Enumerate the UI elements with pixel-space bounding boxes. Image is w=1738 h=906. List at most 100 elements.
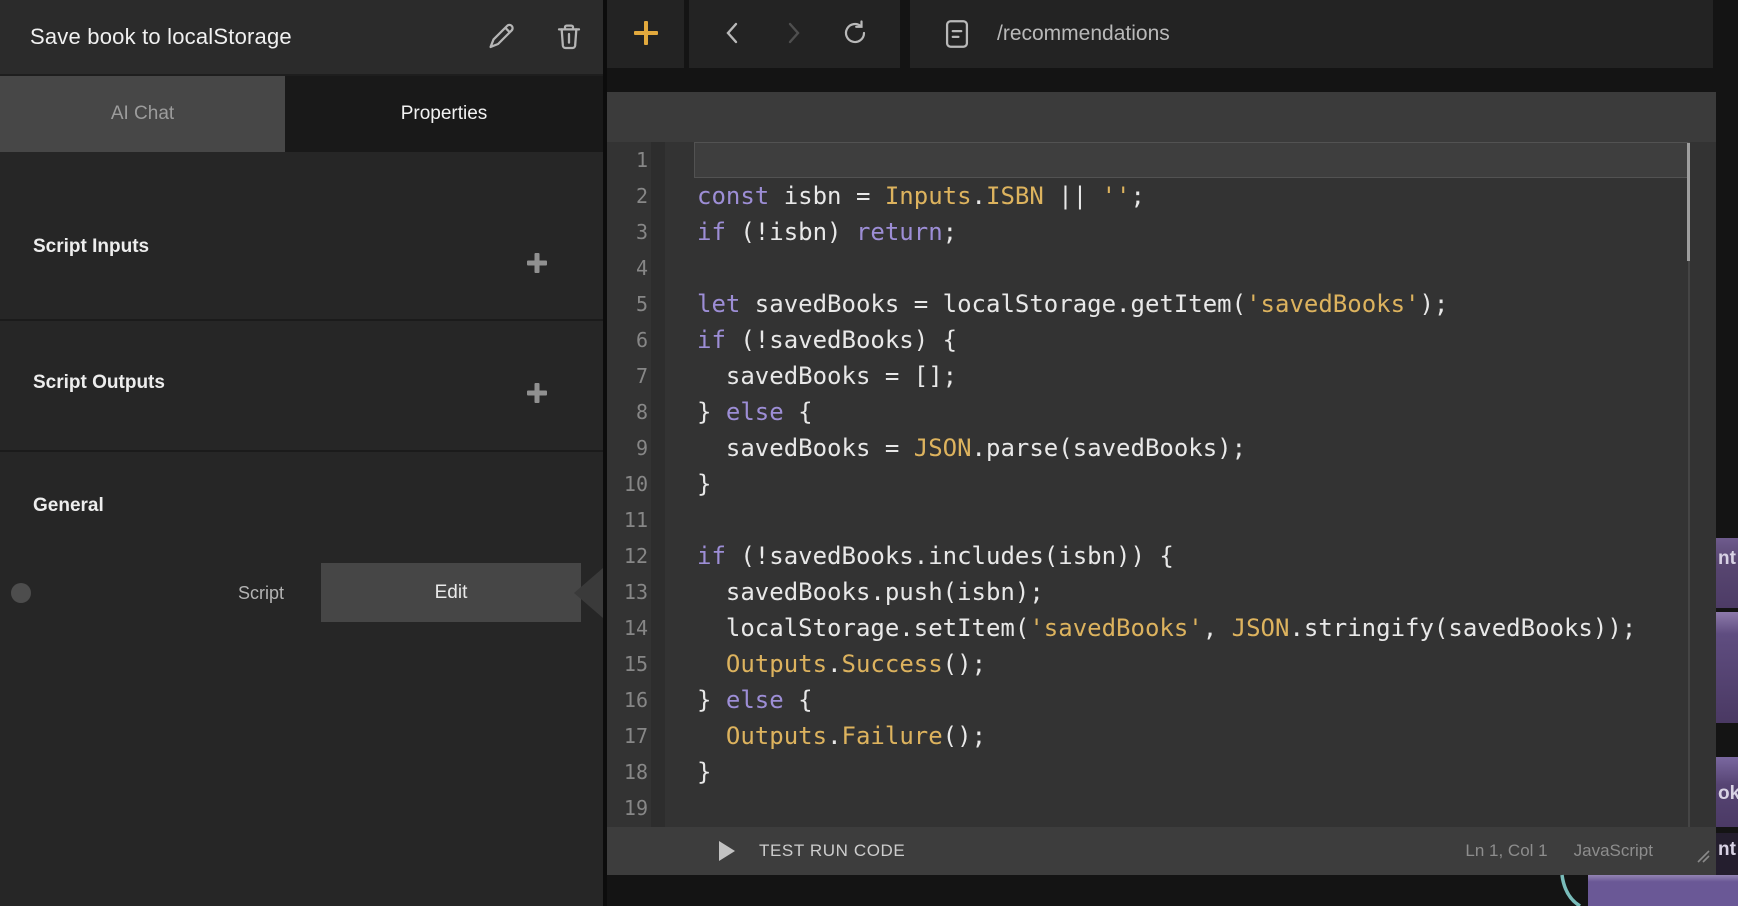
edit-script-button[interactable]: Edit xyxy=(321,563,581,622)
code-line[interactable] xyxy=(697,502,1636,538)
refresh-button[interactable] xyxy=(841,19,869,50)
refresh-icon xyxy=(841,19,869,50)
play-icon xyxy=(719,841,735,861)
toolbar-page-group: /recommendations xyxy=(910,0,1713,68)
section-script-outputs-label: Script Outputs xyxy=(33,372,165,394)
toolbar-nav-group xyxy=(689,0,900,68)
line-number: 17 xyxy=(607,718,648,754)
section-divider xyxy=(0,319,603,321)
script-editor-panel: 12345678910111213141516171819 const isbn… xyxy=(607,92,1716,875)
line-number: 16 xyxy=(607,682,648,718)
line-number: 6 xyxy=(607,322,648,358)
fragment-label: nt xyxy=(1718,839,1736,861)
line-number: 15 xyxy=(607,646,648,682)
script-property-label: Script xyxy=(238,583,284,604)
editor-scrollbar-thumb[interactable] xyxy=(1687,143,1690,261)
test-run-label[interactable]: TEST RUN CODE xyxy=(759,841,905,861)
language-badge[interactable]: JavaScript xyxy=(1574,841,1653,861)
code-line[interactable]: Outputs.Failure(); xyxy=(697,718,1636,754)
add-script-input-button[interactable] xyxy=(526,252,548,274)
toolbar-add-group xyxy=(607,0,684,68)
editor-top-strip xyxy=(607,92,1716,142)
edit-script-button-label: Edit xyxy=(435,582,468,603)
background-connection-curve xyxy=(1540,870,1600,906)
code-line[interactable]: savedBooks = JSON.parse(savedBooks); xyxy=(697,430,1636,466)
rename-button[interactable] xyxy=(485,20,517,55)
line-number: 12 xyxy=(607,538,648,574)
editor-popout-notch xyxy=(574,568,603,618)
line-number: 19 xyxy=(607,790,648,826)
back-button[interactable] xyxy=(720,20,746,49)
pencil-icon xyxy=(485,20,517,55)
properties-panel: Save book to localStorage xyxy=(0,0,603,906)
line-number: 2 xyxy=(607,178,648,214)
code-line[interactable]: if (!isbn) return; xyxy=(697,214,1636,250)
delete-button[interactable] xyxy=(553,20,585,55)
forward-button[interactable] xyxy=(780,20,806,49)
line-number: 10 xyxy=(607,466,648,502)
code-line[interactable]: } xyxy=(697,466,1636,502)
section-general-label: General xyxy=(33,495,104,517)
line-number-gutter: 12345678910111213141516171819 xyxy=(607,142,648,826)
code-line[interactable]: } xyxy=(697,754,1636,790)
code-line[interactable] xyxy=(697,250,1636,286)
line-number: 14 xyxy=(607,610,648,646)
chevron-left-icon xyxy=(720,20,746,49)
fragment-label: ok xyxy=(1718,783,1738,805)
editor-footer: TEST RUN CODE Ln 1, Col 1 JavaScript xyxy=(607,827,1716,875)
line-number: 18 xyxy=(607,754,648,790)
line-number: 1 xyxy=(607,142,648,178)
cursor-position: Ln 1, Col 1 xyxy=(1465,841,1547,861)
add-page-button[interactable] xyxy=(631,18,661,51)
tab-ai-chat-label: AI Chat xyxy=(111,103,174,125)
code-line[interactable]: const isbn = Inputs.ISBN || ''; xyxy=(697,178,1636,214)
background-node-fragment xyxy=(1588,875,1738,906)
line-number: 11 xyxy=(607,502,648,538)
gutter-shadow xyxy=(651,142,665,827)
line-number: 9 xyxy=(607,430,648,466)
line-number: 8 xyxy=(607,394,648,430)
code-line[interactable] xyxy=(697,790,1636,826)
trash-icon xyxy=(553,20,585,55)
section-divider xyxy=(0,450,603,452)
line-number: 13 xyxy=(607,574,648,610)
add-icon xyxy=(631,18,661,51)
code-line[interactable] xyxy=(697,142,1636,178)
code-line[interactable]: savedBooks.push(isbn); xyxy=(697,574,1636,610)
resize-grip-icon[interactable] xyxy=(1694,848,1712,869)
tab-properties-label: Properties xyxy=(401,103,488,125)
line-number: 4 xyxy=(607,250,648,286)
code-line[interactable]: savedBooks = []; xyxy=(697,358,1636,394)
code-line[interactable]: localStorage.setItem('savedBooks', JSON.… xyxy=(697,610,1636,646)
background-node-fragment xyxy=(1716,612,1738,723)
tab-ai-chat[interactable]: AI Chat xyxy=(0,76,285,152)
panel-header: Save book to localStorage xyxy=(0,0,603,76)
page-icon xyxy=(940,17,974,56)
fragment-label: nt xyxy=(1718,548,1736,570)
background-node-fragment: nt xyxy=(1716,833,1738,875)
add-script-output-button[interactable] xyxy=(526,382,548,404)
chevron-right-icon xyxy=(780,20,806,49)
section-script-inputs-label: Script Inputs xyxy=(33,236,149,258)
plus-icon xyxy=(526,382,548,404)
app-window: Save book to localStorage xyxy=(0,0,1738,906)
background-node-fragment: ok xyxy=(1716,757,1738,827)
code-line[interactable]: if (!savedBooks) { xyxy=(697,322,1636,358)
line-number: 7 xyxy=(607,358,648,394)
panel-title: Save book to localStorage xyxy=(30,24,292,50)
line-number: 3 xyxy=(607,214,648,250)
page-url[interactable]: /recommendations xyxy=(997,22,1170,46)
tab-properties[interactable]: Properties xyxy=(285,76,603,152)
connection-port-dot[interactable] xyxy=(11,583,31,603)
background-node-fragment: nt xyxy=(1716,538,1738,608)
code-line[interactable]: let savedBooks = localStorage.getItem('s… xyxy=(697,286,1636,322)
panel-tabs: AI Chat Properties xyxy=(0,76,603,152)
code-line[interactable]: } else { xyxy=(697,682,1636,718)
code-area[interactable]: const isbn = Inputs.ISBN || '';if (!isbn… xyxy=(697,142,1636,826)
line-number: 5 xyxy=(607,286,648,322)
code-line[interactable]: Outputs.Success(); xyxy=(697,646,1636,682)
plus-icon xyxy=(526,252,548,274)
code-line[interactable]: } else { xyxy=(697,394,1636,430)
code-line[interactable]: if (!savedBooks.includes(isbn)) { xyxy=(697,538,1636,574)
test-run-button[interactable] xyxy=(719,841,735,861)
